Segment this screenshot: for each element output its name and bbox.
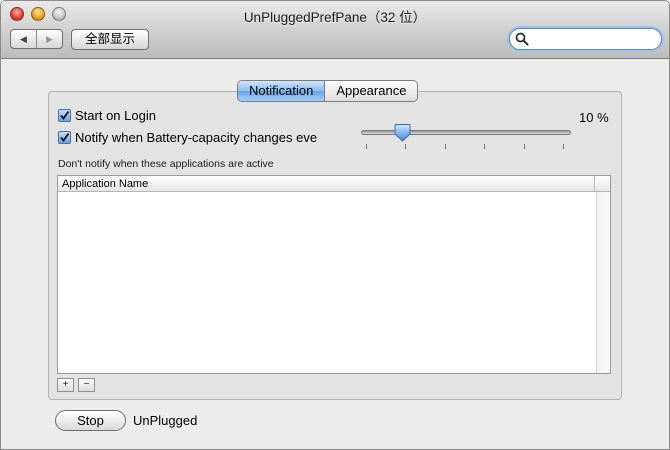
status-label: UnPlugged (133, 413, 198, 428)
tab-notification[interactable]: Notification (238, 81, 325, 101)
slider-tick (484, 144, 485, 149)
start-on-login-label: Start on Login (75, 108, 156, 123)
tab-bar: Notification Appearance (237, 80, 419, 102)
start-on-login-checkbox[interactable]: Start on Login (58, 108, 156, 123)
checkmark-icon (58, 131, 71, 144)
battery-threshold-value: 10 % (579, 110, 609, 125)
column-header-application-name[interactable]: Application Name (62, 178, 148, 190)
notify-battery-label: Notify when Battery-capacity changes eve (75, 130, 318, 145)
preference-pane: Notification Appearance Start on Login N… (1, 60, 669, 449)
back-forward-control: ◀ ▶ (10, 29, 63, 49)
slider-tick (524, 144, 525, 149)
slider-knob[interactable] (394, 124, 411, 142)
add-app-button[interactable]: + (57, 378, 74, 392)
tab-appearance[interactable]: Appearance (324, 81, 418, 101)
checkmark-icon (58, 109, 71, 122)
excluded-apps-hint: Don't notify when these applications are… (58, 158, 274, 170)
search-icon (515, 32, 529, 46)
stop-button[interactable]: Stop (55, 410, 126, 431)
window-title: UnPluggedPrefPane（32 位） (243, 10, 427, 25)
title-toolbar: UnPluggedPrefPane（32 位） ◀ ▶ 全部显示 (1, 1, 669, 59)
back-button[interactable]: ◀ (11, 30, 36, 48)
slider-tick (405, 144, 406, 149)
header-corner (594, 176, 610, 191)
table-header: Application Name (58, 176, 610, 192)
notify-battery-checkbox[interactable]: Notify when Battery-capacity changes eve (58, 130, 317, 145)
slider-tick (563, 144, 564, 149)
search-field[interactable] (509, 28, 662, 50)
slider-tick (366, 144, 367, 149)
battery-threshold-slider[interactable] (361, 130, 571, 135)
excluded-apps-table[interactable]: Application Name (57, 175, 611, 374)
vertical-scrollbar[interactable] (596, 192, 610, 373)
remove-app-button[interactable]: − (78, 378, 95, 392)
preferences-window: UnPluggedPrefPane（32 位） ◀ ▶ 全部显示 Notific… (0, 0, 670, 450)
forward-button[interactable]: ▶ (36, 30, 62, 48)
search-input[interactable] (532, 31, 657, 47)
show-all-button[interactable]: 全部显示 (71, 29, 149, 50)
slider-tick (445, 144, 446, 149)
